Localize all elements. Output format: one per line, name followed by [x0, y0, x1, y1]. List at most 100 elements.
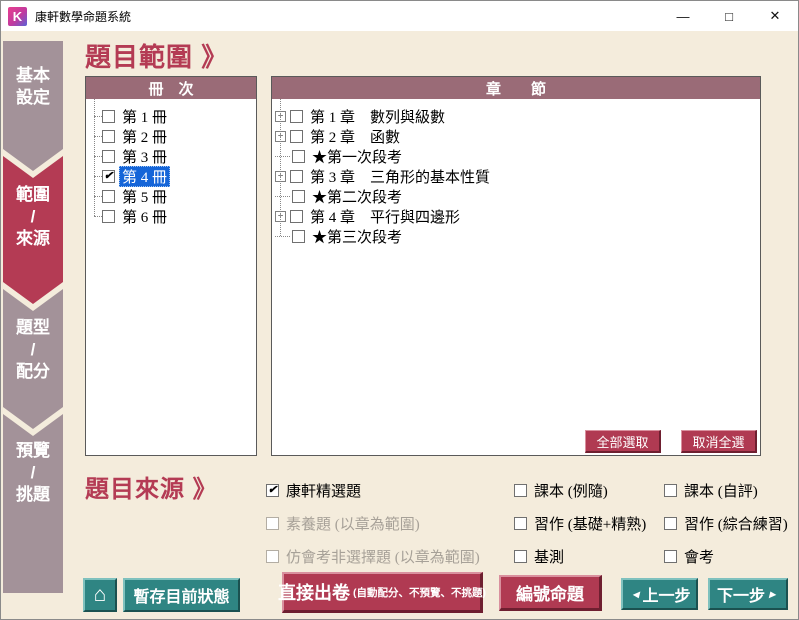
source-column-2: 課本 (例隨) 習作 (基礎+精熟) 基測 — [514, 480, 646, 579]
checkbox-checked[interactable]: ✔ — [102, 170, 115, 183]
checkbox[interactable] — [102, 150, 115, 163]
checkbox-checked[interactable]: ✔ — [266, 484, 279, 497]
checkbox[interactable] — [292, 150, 305, 163]
expand-icon[interactable]: + — [275, 211, 286, 222]
close-button[interactable]: ✕ — [752, 1, 798, 31]
checkbox[interactable] — [514, 484, 527, 497]
expand-icon[interactable]: + — [275, 171, 286, 182]
source-option-disabled: 仿會考非選擇題 (以章為範圍) — [266, 546, 480, 566]
checkbox[interactable] — [292, 230, 305, 243]
source-label: 素養題 (以章為範圍) — [286, 513, 420, 534]
exam-row[interactable]: ★第二次段考 — [272, 186, 760, 206]
checkbox[interactable] — [102, 110, 115, 123]
checkbox[interactable] — [102, 190, 115, 203]
volume-row[interactable]: ✔ 第 4 冊 — [86, 166, 256, 186]
tab-question-type-points[interactable]: 題型 / 配分 — [3, 289, 63, 429]
chapter-label[interactable]: 第 2 章 函數 — [310, 126, 400, 147]
numbering-button[interactable]: 編號命題 — [499, 575, 602, 611]
exam-row[interactable]: ★第一次段考 — [272, 146, 760, 166]
chapter-row[interactable]: + 第 4 章 平行與四邊形 — [272, 206, 760, 226]
volume-row[interactable]: 第 5 冊 — [86, 186, 256, 206]
source-option[interactable]: 基測 — [514, 546, 646, 566]
chapter-label[interactable]: 第 4 章 平行與四邊形 — [310, 206, 460, 227]
checkbox[interactable] — [290, 210, 303, 223]
home-button[interactable]: ⌂ — [83, 578, 117, 612]
chapter-label[interactable]: 第 1 章 數列與級數 — [310, 106, 445, 127]
next-step-button[interactable]: 下一步▸ — [708, 578, 788, 610]
save-state-button[interactable]: 暫存目前狀態 — [123, 578, 240, 612]
exam-row[interactable]: ★第三次段考 — [272, 226, 760, 246]
volume-list: 第 1 冊 第 2 冊 第 3 冊 ✔ 第 4 冊 第 5 冊 第 6 冊 — [86, 99, 256, 226]
chapter-row[interactable]: + 第 3 章 三角形的基本性質 — [272, 166, 760, 186]
tab-label-line: 挑題 — [16, 484, 50, 506]
maximize-icon: □ — [725, 9, 733, 24]
source-option[interactable]: 課本 (例隨) — [514, 480, 646, 500]
checkbox[interactable] — [102, 210, 115, 223]
chapter-tree: + 第 1 章 數列與級數 + 第 2 章 函數 ★第一次段考 + 第 3 章 三角形… — [272, 99, 760, 246]
tab-label-line: 題型 — [16, 317, 50, 339]
tab-range-source[interactable]: 範圍 / 來源 — [3, 156, 63, 304]
volume-row[interactable]: 第 2 冊 — [86, 126, 256, 146]
direct-generate-label: 直接出卷 — [278, 579, 350, 605]
maximize-button[interactable]: □ — [706, 1, 752, 31]
deselect-all-button[interactable]: 取消全選 — [681, 430, 757, 453]
window-title: 康軒數學命題系統 — [35, 8, 131, 25]
checkbox[interactable] — [292, 190, 305, 203]
volume-row[interactable]: 第 1 冊 — [86, 106, 256, 126]
chapter-row[interactable]: + 第 1 章 數列與級數 — [272, 106, 760, 126]
minimize-button[interactable]: — — [660, 1, 706, 31]
checkbox[interactable] — [290, 170, 303, 183]
checkbox[interactable] — [514, 517, 527, 530]
title-bar: K 康軒數學命題系統 — □ ✕ — [1, 1, 798, 31]
volume-label-selected[interactable]: 第 4 冊 — [119, 166, 170, 187]
source-label: 康軒精選題 — [286, 480, 361, 501]
direct-generate-button[interactable]: 直接出卷 (自動配分、不預覽、不挑題) — [282, 572, 483, 613]
tab-label-line: / — [31, 339, 36, 361]
tree-connector — [275, 196, 290, 197]
checkbox[interactable] — [290, 110, 303, 123]
volume-panel-header: 冊 次 — [86, 77, 256, 99]
expand-icon[interactable]: + — [275, 131, 286, 142]
select-all-button[interactable]: 全部選取 — [585, 430, 661, 453]
volume-label[interactable]: 第 3 冊 — [119, 146, 170, 167]
checkbox[interactable] — [664, 484, 677, 497]
volume-row[interactable]: 第 3 冊 — [86, 146, 256, 166]
tab-basic-settings[interactable]: 基本 設定 — [3, 41, 63, 171]
volume-label[interactable]: 第 2 冊 — [119, 126, 170, 147]
check-icon: ✔ — [268, 485, 277, 496]
chapter-row[interactable]: + 第 2 章 函數 — [272, 126, 760, 146]
checkbox[interactable] — [664, 550, 677, 563]
tab-label-line: / — [31, 206, 36, 228]
right-arrow-icon: ▸ — [769, 587, 775, 601]
volume-label[interactable]: 第 6 冊 — [119, 206, 170, 227]
source-label: 課本 (例隨) — [534, 480, 608, 501]
volume-label[interactable]: 第 1 冊 — [119, 106, 170, 127]
chapter-panel-header: 章 節 — [272, 77, 760, 99]
app-logo-icon: K — [8, 7, 27, 26]
tab-label-line: 配分 — [16, 361, 50, 383]
checkbox[interactable] — [290, 130, 303, 143]
left-arrow-icon: ◂ — [632, 587, 638, 601]
volume-row[interactable]: 第 6 冊 — [86, 206, 256, 226]
source-option[interactable]: 習作 (綜合練習) — [664, 513, 788, 533]
home-icon: ⌂ — [94, 583, 107, 607]
checkbox[interactable] — [664, 517, 677, 530]
tab-preview-pick[interactable]: 預覽 / 挑題 — [3, 414, 63, 593]
chapter-panel: 章 節 + 第 1 章 數列與級數 + 第 2 章 函數 ★第一次段考 + 第 3 章… — [271, 76, 761, 456]
exam-label[interactable]: ★第一次段考 — [312, 146, 402, 167]
source-option[interactable]: 課本 (自評) — [664, 480, 788, 500]
source-label: 基測 — [534, 546, 564, 567]
source-option[interactable]: ✔ 康軒精選題 — [266, 480, 480, 500]
app-window: K 康軒數學命題系統 — □ ✕ 基本 設定 範圍 / 來源 題型 / 配分 預… — [0, 0, 799, 620]
source-label: 習作 (綜合練習) — [684, 513, 788, 534]
expand-icon[interactable]: + — [275, 111, 286, 122]
volume-label[interactable]: 第 5 冊 — [119, 186, 170, 207]
exam-label[interactable]: ★第三次段考 — [312, 226, 402, 247]
source-option[interactable]: 會考 — [664, 546, 788, 566]
exam-label[interactable]: ★第二次段考 — [312, 186, 402, 207]
checkbox[interactable] — [102, 130, 115, 143]
checkbox[interactable] — [514, 550, 527, 563]
source-option[interactable]: 習作 (基礎+精熟) — [514, 513, 646, 533]
previous-step-button[interactable]: ◂上一步 — [621, 578, 698, 610]
chapter-label[interactable]: 第 3 章 三角形的基本性質 — [310, 166, 490, 187]
